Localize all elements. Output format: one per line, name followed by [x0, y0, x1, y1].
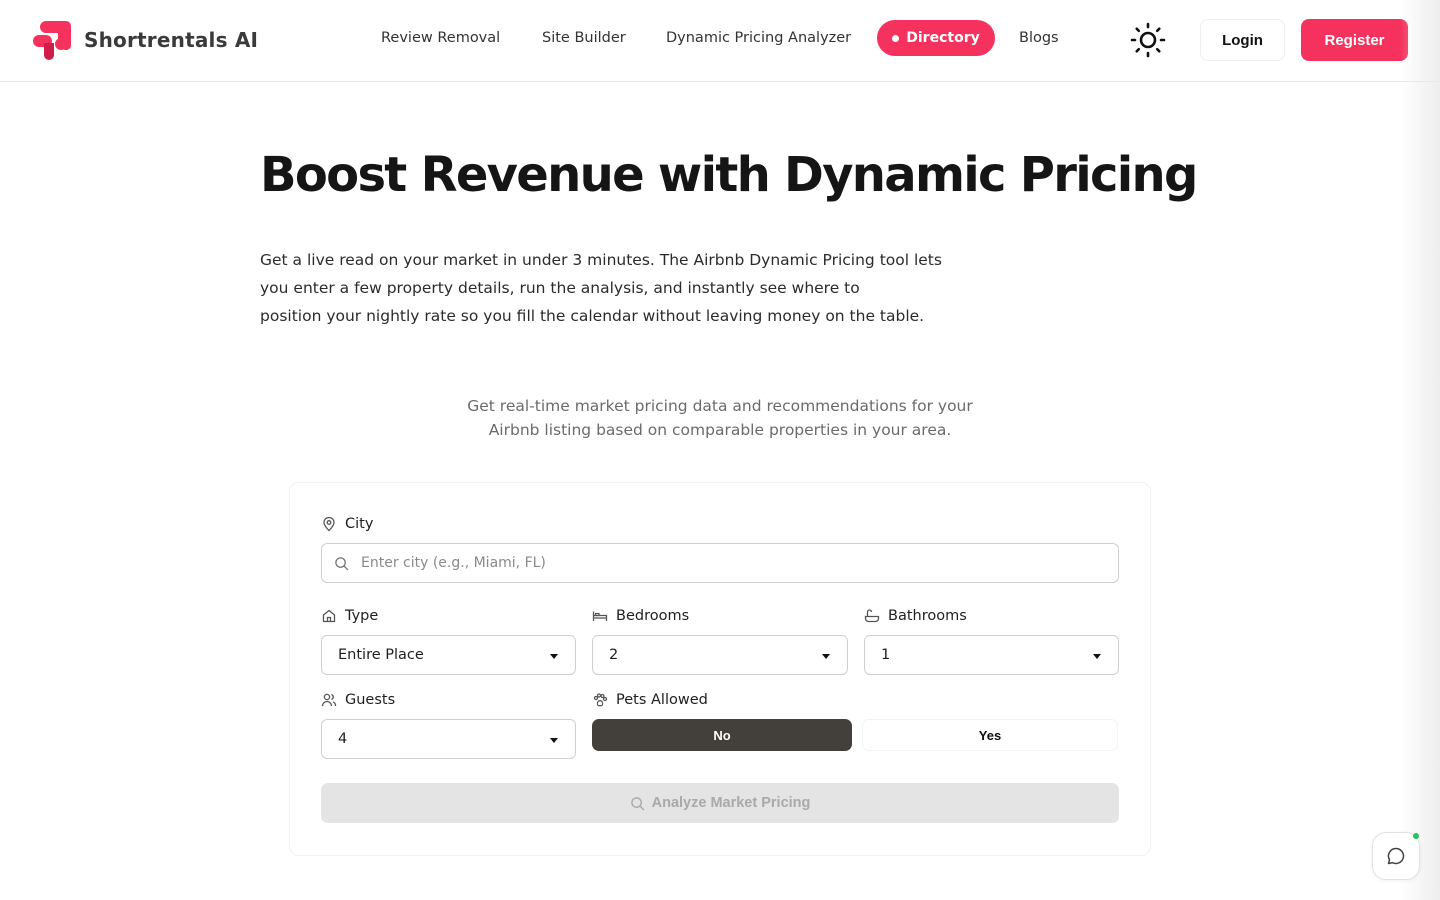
bedrooms-select[interactable]: 2	[592, 635, 848, 675]
bed-icon	[592, 611, 608, 621]
city-label-text: City	[345, 516, 374, 532]
tool-description: Get real-time market pricing data and re…	[400, 394, 1040, 442]
analyze-button-label: Analyze Market Pricing	[651, 795, 811, 811]
chat-widget-button[interactable]	[1372, 832, 1420, 880]
bedrooms-select-value: 2	[609, 647, 619, 663]
caret-down-icon	[1093, 654, 1101, 659]
caret-down-icon	[822, 654, 830, 659]
hero-description-line: you enter a few property details, run th…	[260, 279, 860, 297]
paw-icon	[593, 693, 608, 707]
pets-no-button[interactable]: No	[592, 719, 852, 751]
type-label-text: Type	[345, 608, 379, 624]
page-title: Boost Revenue with Dynamic Pricing	[260, 147, 1198, 203]
hero-description: Get a live read on your market in under …	[260, 246, 980, 330]
analyze-market-pricing-button[interactable]: Analyze Market Pricing	[321, 783, 1119, 823]
bathrooms-label: Bathrooms	[864, 608, 967, 624]
nav-review-removal[interactable]: Review Removal	[381, 30, 500, 46]
guests-label: Guests	[321, 692, 395, 708]
site-header: Shortrentals AI Review Removal Site Buil…	[0, 0, 1440, 82]
pets-label: Pets Allowed	[592, 692, 708, 708]
caret-down-icon	[550, 654, 558, 659]
guests-select[interactable]: 4	[321, 719, 576, 759]
guests-select-value: 4	[338, 731, 348, 747]
hero-description-line: position your nightly rate so you fill t…	[260, 307, 925, 325]
nav-blogs[interactable]: Blogs	[1019, 30, 1059, 46]
pets-label-text: Pets Allowed	[616, 692, 708, 708]
sun-icon	[1130, 22, 1166, 58]
bathrooms-label-text: Bathrooms	[888, 608, 967, 624]
users-icon	[321, 693, 337, 707]
pets-yes-button[interactable]: Yes	[862, 719, 1118, 751]
home-icon	[322, 609, 336, 623]
bedrooms-label: Bedrooms	[592, 608, 689, 624]
type-select[interactable]: Entire Place	[321, 635, 576, 675]
directory-label: Directory	[906, 30, 980, 46]
type-label: Type	[321, 608, 378, 624]
search-icon	[335, 556, 349, 570]
bathrooms-select-value: 1	[881, 647, 891, 663]
caret-down-icon	[550, 738, 558, 743]
theme-toggle-button[interactable]	[1128, 20, 1168, 60]
brand[interactable]: Shortrentals AI	[32, 19, 258, 61]
nav-site-builder[interactable]: Site Builder	[542, 30, 626, 46]
bath-icon	[864, 609, 880, 623]
online-status-dot	[1413, 833, 1419, 839]
map-pin-icon	[323, 516, 335, 532]
nav-directory-button[interactable]: Directory	[877, 20, 995, 56]
search-icon	[630, 796, 644, 810]
nav-dynamic-pricing-analyzer[interactable]: Dynamic Pricing Analyzer	[666, 30, 851, 46]
brand-name: Shortrentals AI	[84, 28, 259, 52]
type-select-value: Entire Place	[338, 647, 424, 663]
bedrooms-label-text: Bedrooms	[616, 608, 690, 624]
tool-description-line: Airbnb listing based on comparable prope…	[488, 421, 952, 439]
chat-bubble-icon	[1387, 847, 1405, 865]
city-label: City	[321, 516, 373, 532]
guests-label-text: Guests	[345, 692, 396, 708]
login-button[interactable]: Login	[1200, 19, 1285, 61]
directory-dot-icon	[892, 34, 900, 42]
tool-description-line: Get real-time market pricing data and re…	[467, 397, 973, 415]
city-input[interactable]	[361, 555, 1101, 571]
hero-description-line: Get a live read on your market in under …	[260, 251, 942, 269]
brand-logo-icon	[33, 21, 71, 60]
side-shade	[1400, 0, 1440, 900]
city-input-wrapper	[321, 543, 1119, 583]
register-button[interactable]: Register	[1301, 19, 1408, 61]
bathrooms-select[interactable]: 1	[864, 635, 1119, 675]
